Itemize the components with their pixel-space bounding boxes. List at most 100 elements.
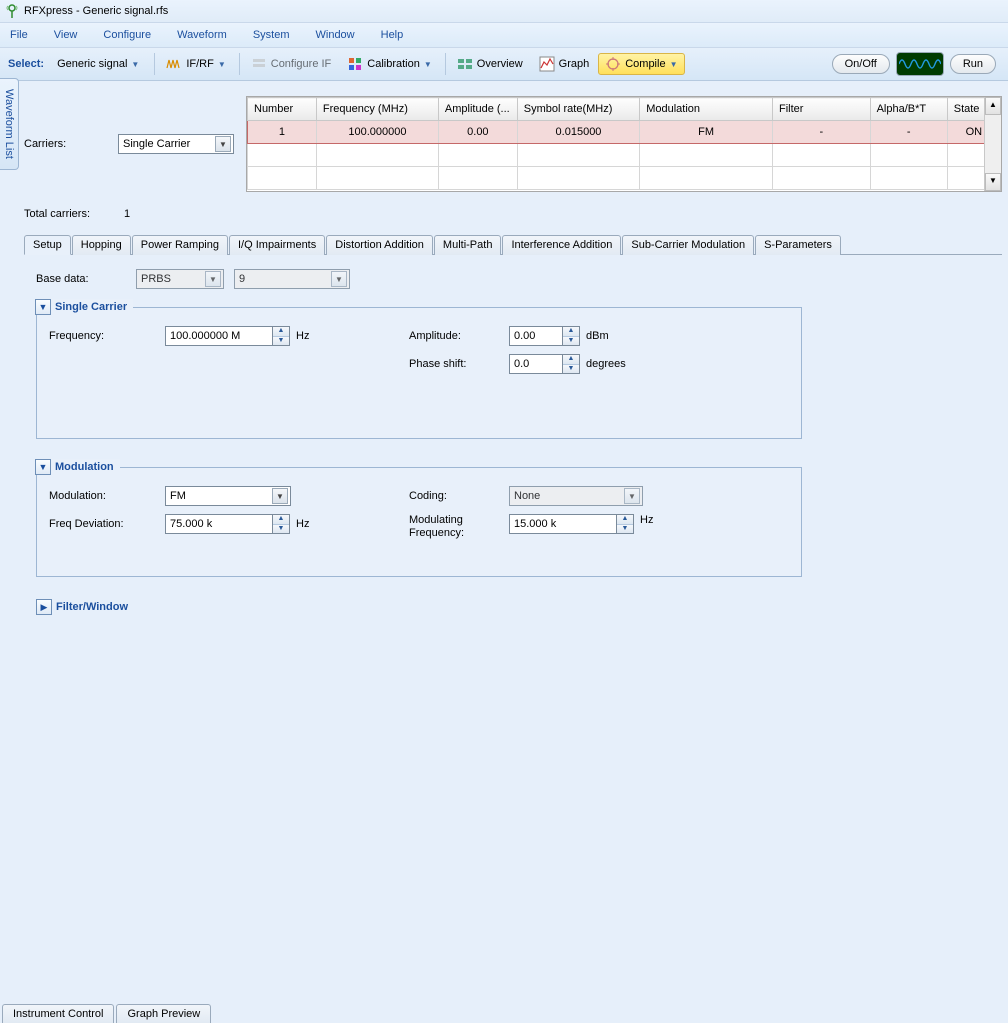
tab-instrument-control[interactable]: Instrument Control [2, 1004, 114, 1023]
tab-setup[interactable]: Setup [24, 235, 71, 255]
menu-configure[interactable]: Configure [103, 29, 151, 41]
coding-label: Coding: [409, 490, 509, 502]
menu-window[interactable]: Window [316, 29, 355, 41]
chevron-down-icon: ▼ [624, 488, 640, 504]
carriers-select[interactable]: Single Carrier ▼ [118, 134, 234, 154]
collapse-icon[interactable]: ▼ [35, 459, 51, 475]
main-panel: Carriers: Single Carrier ▼ Number Freque… [24, 96, 1002, 615]
menu-view[interactable]: View [54, 29, 78, 41]
onoff-button[interactable]: On/Off [832, 54, 890, 74]
table-row[interactable] [248, 167, 1001, 190]
tab-iq-impairments[interactable]: I/Q Impairments [229, 235, 325, 255]
amplitude-label: Amplitude: [409, 330, 509, 342]
spinner[interactable]: ▲▼ [272, 514, 290, 534]
tab-s-parameters[interactable]: S-Parameters [755, 235, 841, 255]
total-carriers-value: 1 [124, 208, 130, 220]
window-title: RFXpress - Generic signal.rfs [24, 5, 168, 17]
calibration-button[interactable]: Calibration ▼ [340, 53, 439, 75]
frequency-label: Frequency: [49, 330, 165, 342]
single-carrier-group: ▼ Single Carrier Frequency: ▲▼ Hz [36, 307, 802, 439]
base-data-row: Base data: PRBS ▼ 9 ▼ [36, 269, 994, 289]
total-carriers-row: Total carriers: 1 [24, 208, 1002, 220]
scrollbar[interactable]: ▲ ▼ [984, 97, 1001, 191]
spinner[interactable]: ▲▼ [272, 326, 290, 346]
modfreq-input[interactable]: ▲▼ [509, 514, 634, 534]
tab-interference-addition[interactable]: Interference Addition [502, 235, 621, 255]
chevron-down-icon: ▼ [218, 60, 226, 69]
spinner[interactable]: ▲▼ [562, 326, 580, 346]
overview-button[interactable]: Overview [450, 53, 530, 75]
col-number[interactable]: Number [248, 98, 317, 121]
amplitude-unit: dBm [586, 330, 609, 342]
chevron-down-icon: ▼ [272, 488, 288, 504]
table-header-row: Number Frequency (MHz) Amplitude (... Sy… [248, 98, 1001, 121]
tab-distortion-addition[interactable]: Distortion Addition [326, 235, 433, 255]
tab-power-ramping[interactable]: Power Ramping [132, 235, 228, 255]
bottom-tabs: Instrument Control Graph Preview [2, 1004, 213, 1023]
col-modulation[interactable]: Modulation [640, 98, 773, 121]
chevron-down-icon: ▼ [205, 271, 221, 287]
phase-input[interactable]: ▲▼ [509, 354, 580, 374]
setup-tabs: Setup Hopping Power Ramping I/Q Impairme… [24, 234, 1002, 255]
phase-unit: degrees [586, 358, 626, 370]
col-amplitude[interactable]: Amplitude (... [438, 98, 517, 121]
table-row[interactable] [248, 144, 1001, 167]
select-signal-dropdown[interactable]: Generic signal ▼ [52, 55, 144, 73]
phase-label: Phase shift: [409, 358, 509, 370]
col-symbol-rate[interactable]: Symbol rate(MHz) [517, 98, 639, 121]
filter-window-group[interactable]: ▶ Filter/Window [36, 599, 994, 615]
select-signal-value: Generic signal [57, 58, 127, 70]
ifrf-button[interactable]: IF/RF ▼ [159, 53, 232, 75]
separator [154, 53, 155, 75]
run-button[interactable]: Run [950, 54, 996, 74]
carriers-row: Carriers: Single Carrier ▼ Number Freque… [24, 96, 1002, 192]
chevron-down-icon: ▼ [424, 60, 432, 69]
chevron-down-icon: ▼ [131, 60, 139, 69]
spinner[interactable]: ▲▼ [562, 354, 580, 374]
menu-help[interactable]: Help [381, 29, 404, 41]
col-alpha-bt[interactable]: Alpha/B*T [870, 98, 947, 121]
menu-system[interactable]: System [253, 29, 290, 41]
spinner[interactable]: ▲▼ [616, 514, 634, 534]
amplitude-input[interactable]: ▲▼ [509, 326, 580, 346]
graph-icon [539, 56, 555, 72]
compile-button[interactable]: Compile ▼ [598, 53, 684, 75]
tab-multi-path[interactable]: Multi-Path [434, 235, 502, 255]
modulation-select[interactable]: FM ▼ [165, 486, 291, 506]
freqdev-label: Freq Deviation: [49, 518, 165, 530]
base-data-param-select[interactable]: 9 ▼ [234, 269, 350, 289]
col-filter[interactable]: Filter [773, 98, 871, 121]
compile-icon [605, 56, 621, 72]
menu-waveform[interactable]: Waveform [177, 29, 227, 41]
waveform-list-rail[interactable]: Waveform List [0, 78, 19, 170]
chevron-down-icon: ▼ [331, 271, 347, 287]
carriers-select-value: Single Carrier [123, 138, 190, 150]
carriers-grid[interactable]: Number Frequency (MHz) Amplitude (... Sy… [246, 96, 1002, 192]
title-bar: RFXpress - Generic signal.rfs [0, 0, 1008, 23]
scroll-down-icon[interactable]: ▼ [985, 173, 1001, 191]
freqdev-unit: Hz [296, 518, 309, 530]
coding-select[interactable]: None ▼ [509, 486, 643, 506]
tab-hopping[interactable]: Hopping [72, 235, 131, 255]
graph-button[interactable]: Graph [532, 53, 597, 75]
col-frequency[interactable]: Frequency (MHz) [316, 98, 438, 121]
base-data-select[interactable]: PRBS ▼ [136, 269, 224, 289]
tab-graph-preview[interactable]: Graph Preview [116, 1004, 211, 1023]
configure-if-button[interactable]: Configure IF [244, 53, 339, 75]
tab-sub-carrier-modulation[interactable]: Sub-Carrier Modulation [622, 235, 754, 255]
table-row[interactable]: 1 100.000000 0.00 0.015000 FM - - ON [248, 121, 1001, 144]
scroll-up-icon[interactable]: ▲ [985, 97, 1001, 115]
freqdev-input[interactable]: ▲▼ [165, 514, 290, 534]
base-data-label: Base data: [36, 273, 136, 285]
overview-icon [457, 56, 473, 72]
app-icon [4, 3, 20, 19]
modfreq-label: Modulating Frequency: [409, 514, 509, 540]
collapse-icon[interactable]: ▼ [35, 299, 51, 315]
modulation-label: Modulation: [49, 490, 165, 502]
single-carrier-legend[interactable]: ▼ Single Carrier [35, 299, 133, 315]
toolbar: Select: Generic signal ▼ IF/RF ▼ Configu… [0, 48, 1008, 81]
frequency-input[interactable]: ▲▼ [165, 326, 290, 346]
modulation-legend[interactable]: ▼ Modulation [35, 459, 120, 475]
expand-icon[interactable]: ▶ [36, 599, 52, 615]
menu-file[interactable]: File [10, 29, 28, 41]
